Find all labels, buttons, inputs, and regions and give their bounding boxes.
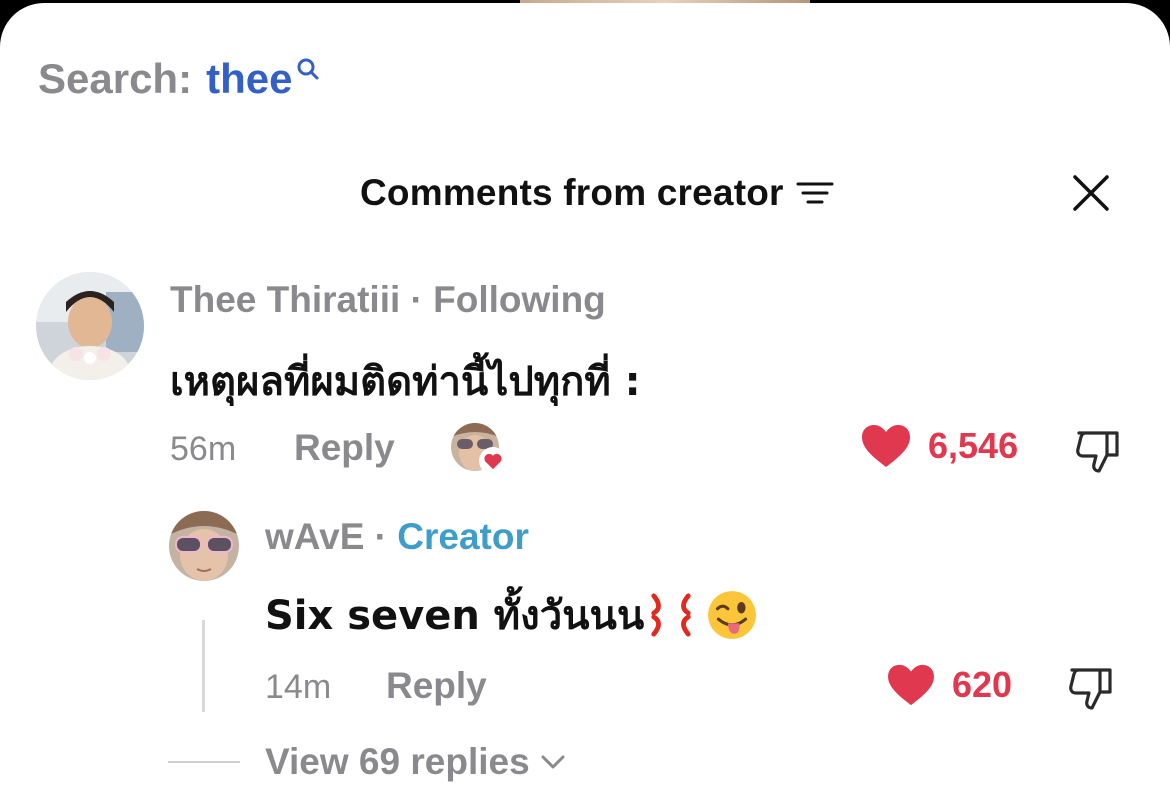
creator-liked-avatar xyxy=(451,423,507,475)
thread-line xyxy=(202,620,205,712)
reply-meta: wAvE · Creator xyxy=(265,516,529,558)
comment-time: 56m xyxy=(170,430,237,468)
heart-icon xyxy=(888,664,934,706)
comments-sheet: Search: thee Comments from creator Thee … xyxy=(0,3,1170,798)
like-button[interactable]: 620 xyxy=(886,663,1012,707)
search-icon xyxy=(297,58,319,80)
filter-icon[interactable] xyxy=(796,178,834,208)
winking-face-with-tongue-icon xyxy=(708,591,757,639)
like-count: 6,546 xyxy=(928,425,1019,466)
reply-text: Six seven ทั้งวันนน xyxy=(265,593,645,639)
view-replies-button[interactable]: View 69 replies xyxy=(265,741,566,783)
reply-avatar[interactable] xyxy=(169,511,239,581)
meta-separator: · xyxy=(374,516,387,557)
header-title: Comments from creator xyxy=(360,172,784,213)
reply-button[interactable]: Reply xyxy=(294,427,395,469)
anger-symbol-icon xyxy=(651,593,691,637)
reply-text-row: Six seven ทั้งวันนน xyxy=(265,583,758,647)
search-suggestion[interactable]: Search: thee xyxy=(38,55,320,103)
heart-icon xyxy=(862,425,910,467)
heart-badge-icon xyxy=(479,447,507,475)
search-term[interactable]: thee xyxy=(206,55,292,103)
close-icon[interactable] xyxy=(1071,173,1111,213)
dislike-icon[interactable] xyxy=(1073,425,1123,475)
comment-text: เหตุผลที่ผมติดท่านี้ไปทุกที่ : xyxy=(170,359,641,405)
following-tag: Following xyxy=(433,279,606,320)
comment-meta: Thee Thiratiii · Following xyxy=(170,279,606,321)
reply-username[interactable]: wAvE xyxy=(265,516,364,557)
like-button[interactable]: 6,546 xyxy=(860,423,1018,469)
comment-username[interactable]: Thee Thiratiii xyxy=(170,279,400,320)
reply-button[interactable]: Reply xyxy=(386,665,487,707)
meta-separator: · xyxy=(410,279,423,320)
like-count: 620 xyxy=(952,664,1013,705)
chevron-down-icon xyxy=(541,755,565,769)
search-label: Search: xyxy=(38,55,193,102)
dislike-icon[interactable] xyxy=(1066,662,1116,712)
creator-badge: Creator xyxy=(397,516,529,557)
avatar[interactable] xyxy=(36,272,144,380)
comments-filter[interactable]: Comments from creator xyxy=(360,168,834,218)
reply-time: 14m xyxy=(265,668,332,706)
comments-header: Comments from creator xyxy=(0,168,1170,218)
view-replies-label: View 69 replies xyxy=(265,741,530,782)
view-replies-divider xyxy=(168,761,240,763)
